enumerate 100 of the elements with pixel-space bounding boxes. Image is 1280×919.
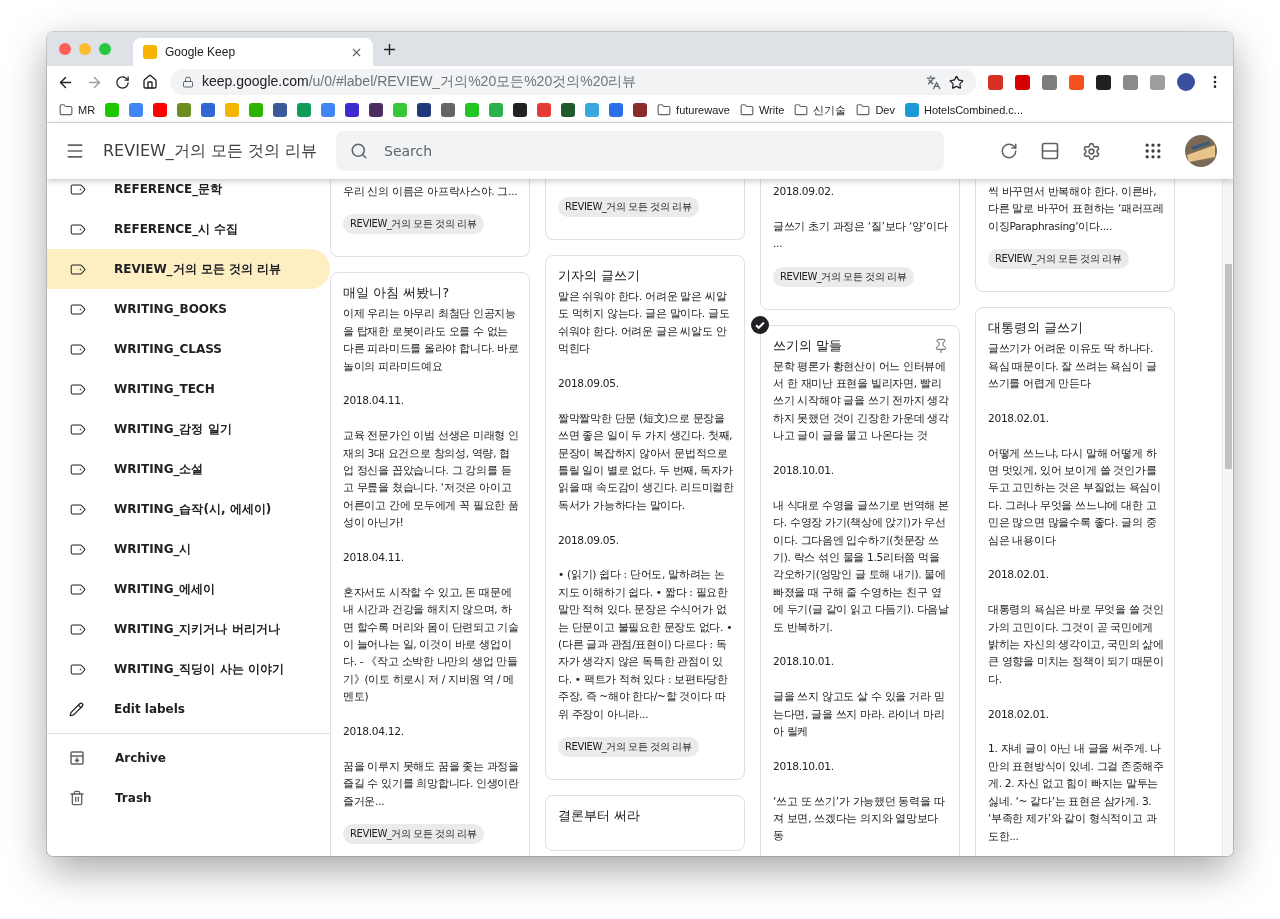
label-chip[interactable]: REVIEW_거의 모든 것의 리뷰 bbox=[343, 824, 484, 845]
note-text: 2018.04.12. bbox=[343, 724, 405, 740]
label-chip[interactable]: REVIEW_거의 모든 것의 리뷰 bbox=[558, 197, 699, 217]
sidebar-item[interactable]: REFERENCE_시 수집 bbox=[47, 209, 330, 249]
note-card[interactable]: 결론부터 써라 bbox=[545, 795, 745, 852]
note-text: 2018.09.02. bbox=[773, 184, 835, 199]
note-text: 우리 신의 이름은 아프락사스야. 그... bbox=[343, 184, 519, 199]
folder-icon bbox=[739, 103, 754, 117]
scrollbar[interactable] bbox=[1222, 179, 1233, 856]
page-title: REVIEW_거의 모든 것의 리뷰 bbox=[103, 140, 318, 162]
note-text: 글쓰기가 어려운 이유도 딱 하나다. 욕심 때문이다. 잘 쓰려는 욕심이 글쓰기를 어렵게 만든다 bbox=[988, 341, 1158, 392]
note-card[interactable]: 우리 신의 이름은 아프락사스야. 그... REVIEW_거의 모든 것의 리뷰 bbox=[330, 179, 530, 258]
bookmark[interactable]: futurewave bbox=[657, 103, 730, 117]
reload-icon[interactable] bbox=[115, 74, 130, 90]
apps-icon[interactable] bbox=[1143, 141, 1163, 161]
note-title: 결론부터 써라 bbox=[558, 807, 641, 826]
bookmark[interactable]: 신기술 bbox=[794, 102, 847, 118]
note-text: 문학 평론가 황현산이 어느 인터뷰에서 한 재미난 표현을 빌리자면, 빨리 쓰기 시작해야 글을 쓰기 전까지 생각하지 못했던 것이 긴장한 가운데 생각나고 글이 글을 물고 나온다는 것 bbox=[773, 358, 949, 444]
translate-icon[interactable] bbox=[926, 74, 941, 90]
note-card[interactable]: REVIEW_거의 모든 것의 리뷰 bbox=[545, 179, 745, 240]
note-text: 어떻게 쓰느냐, 다시 말해 어떻게 하면 멋있게, 있어 보이게 쓸 것인가를 두고 고민하는 것은 부질없는 욕심이다. 그러나 무엇을 쓰느냐에 대한 고민은 많으면 많을수록 좋다. 글의 중심은 내용이다 bbox=[988, 445, 1162, 548]
note-card[interactable] bbox=[330, 272, 530, 856]
folder-icon bbox=[657, 103, 672, 117]
extension-icon[interactable] bbox=[1096, 74, 1111, 90]
note-text: ‘쓰고 또 쓰기’가 가능했던 동력을 따져 보면, 쓰겠다는 의지와 열망보다 동 bbox=[773, 793, 946, 844]
sidebar-item[interactable]: WRITING_감정 일기 bbox=[47, 409, 330, 449]
note-card[interactable]: 2018.09.02. 글쓰기 초기 과정은 ‘질’보다 ‘양’이다 ... REVIEW_거의 모든 것의 리뷰 bbox=[760, 179, 960, 310]
archive-icon bbox=[69, 750, 85, 766]
note-text: 말은 쉬워야 한다. 어려운 말은 씨알도 먹히지 않는다. 글은 말이다. 글도 쉬워야 한다. 어려운 글은 씨알도 안 먹힌다 bbox=[558, 289, 731, 357]
sidebar-item[interactable]: Edit labels bbox=[47, 689, 330, 729]
lock-icon bbox=[182, 76, 194, 88]
note-text: 이제 우리는 아무리 최첨단 인공지능을 탑재한 로봇이라도 오를 수 없는 다른 피라미드를 올라야 합니다. 바로 놀이의 피라미드예요 bbox=[343, 306, 519, 374]
menu-icon[interactable] bbox=[65, 141, 85, 161]
note-text: 1. 자네 글이 아닌 내 글을 써주게. 나만의 표현방식이 있네. 그걸 존중해주게. 2. 자신 없고 힘이 빠지는 말투는 싫네. ‘~ 같다’는 표현은 삼가게. 3. ‘부족한 제가’와 같이 형식적이고 과도한... bbox=[988, 741, 1164, 844]
note-text: 대통령의 욕심은 바로 무엇을 쓸 것인가의 고민이다. 그것이 곧 국민에게 밝히는 자신의 생각이고, 국민의 삶에 큰 영향을 미치는 정책이 되기 때문이다. bbox=[988, 602, 1164, 687]
note-title: 매일 아침 써봤니? bbox=[343, 284, 450, 303]
sidebar-item[interactable]: WRITING_TECH bbox=[47, 369, 330, 409]
note-card[interactable] bbox=[975, 307, 1175, 856]
label-chip[interactable]: REVIEW_거의 모든 것의 리뷰 bbox=[988, 249, 1129, 270]
note-text: 혼자서도 시작할 수 있고, 돈 때문에 내 시간과 건강을 해치지 않으며, 하면 할수록 머리와 몸이 단련되고 기술이 늘어나는 일, 이것이 바로 생업이다. - 《작고 소박한 나만의 생업 만들기》(이토 히로시 저 / 지비원 역 / 메멘토) bbox=[343, 584, 519, 705]
note-text: 2018.10.01. bbox=[773, 654, 835, 670]
avatar[interactable] bbox=[1185, 135, 1217, 167]
label-chip[interactable]: REVIEW_거의 모든 것의 리뷰 bbox=[343, 214, 484, 235]
note-text: 짤막짤막한 단문 (短文)으로 문장을 쓰면 좋은 일이 두 가지 생긴다. 첫째, 문장이 복잡하지 않아서 문법적으로 틀릴 일이 별로 없다. 두 번째, 독자가 읽을 때 속도감이 생긴다. 리드미컬한 독서가 가능하다는 말이다. bbox=[558, 410, 734, 513]
sidebar-item[interactable]: WRITING_에세이 bbox=[47, 569, 330, 609]
settings-icon[interactable] bbox=[1082, 141, 1101, 161]
pencil-icon bbox=[69, 701, 84, 717]
bookmark[interactable]: Dev bbox=[856, 103, 895, 117]
note-text: 2018.09.05. bbox=[558, 376, 620, 391]
bookmark[interactable]: HotelsCombined.c... bbox=[904, 103, 1023, 117]
folder-icon bbox=[794, 103, 809, 117]
folder-icon bbox=[856, 103, 871, 117]
note-text: 교육 전문가인 이범 선생은 미래형 인재의 3대 요건으로 창의성, 역량, 협업 정신을 꼽았습니다. 그 강의를 듣고 무릎을 쳤습니다. ‘저것은 아이고 어른이고 간에 모두에게 꼭 필요한 품성이 아닌가! bbox=[343, 428, 519, 531]
search-input[interactable]: Search bbox=[382, 142, 930, 160]
check-icon[interactable] bbox=[751, 315, 769, 334]
browser-tab[interactable]: Google Keep bbox=[133, 38, 373, 66]
sidebar-item[interactable]: WRITING_지키거나 버리거나 bbox=[47, 609, 330, 649]
pin-icon[interactable] bbox=[933, 337, 949, 354]
bookmark[interactable]: MR bbox=[59, 103, 96, 117]
sidebar-item[interactable]: WRITING_BOOKS bbox=[47, 289, 330, 329]
list-view-icon[interactable] bbox=[1040, 141, 1060, 161]
note-text: 2018.02.01. bbox=[988, 567, 1050, 583]
note-text: 2018.10.01. bbox=[773, 463, 835, 479]
note-card[interactable]: 씩 바꾸면서 반복해야 한다. 이른바, 다른 말로 바꾸어 표현하는 ‘패러프레이징Paraphrasing’이다.... REVIEW_거의 모든 것의 리뷰 bbox=[975, 179, 1175, 293]
trash-icon bbox=[69, 790, 85, 806]
profile-icon[interactable] bbox=[1177, 73, 1195, 91]
label-chip[interactable]: REVIEW_거의 모든 것의 리뷰 bbox=[773, 266, 914, 287]
note-text: 꿈을 이루지 못해도 꿈을 좇는 과정을 즐길 수 있기를 희망합니다. 인생이란 즐거운... bbox=[343, 758, 519, 809]
note-text: 2018.09.05. bbox=[558, 532, 620, 548]
label-chip[interactable]: REVIEW_거의 모든 것의 리뷰 bbox=[558, 737, 699, 758]
note-text: 씩 바꾸면서 반복해야 한다. 이른바, 다른 말로 바꾸어 표현하는 ‘패러프레이징Paraphrasing’이다.... bbox=[988, 184, 1164, 234]
home-icon[interactable] bbox=[142, 74, 158, 90]
sidebar-item[interactable]: WRITING_습작(시, 에세이) bbox=[47, 489, 330, 529]
sidebar-item[interactable]: REFERENCE_문학 bbox=[47, 179, 330, 209]
note-text: 2018.02.01. bbox=[988, 706, 1050, 722]
refresh-icon[interactable] bbox=[1000, 142, 1018, 160]
sidebar-item[interactable]: REVIEW_거의 모든 것의 리뷰 bbox=[47, 249, 330, 289]
sidebar-item[interactable]: WRITING_직딩이 사는 이야기 bbox=[47, 649, 330, 689]
sidebar-item[interactable]: Trash bbox=[47, 778, 330, 818]
sidebar-item[interactable]: WRITING_시 bbox=[47, 529, 330, 569]
address-bar[interactable]: keep.google.com/u/0/#label/REVIEW_거의%20모든%20것의%20리뷰 bbox=[170, 69, 976, 95]
note-text: 글쓰기 초기 과정은 ‘질’보다 ‘양’이다 ... bbox=[773, 218, 949, 252]
note-card[interactable] bbox=[545, 255, 745, 781]
note-text: 2018.04.11. bbox=[343, 393, 405, 409]
sidebar-item[interactable]: WRITING_CLASS bbox=[47, 329, 330, 369]
note-title: 쓰기의 말들 bbox=[773, 336, 843, 355]
note-card[interactable] bbox=[760, 324, 960, 856]
folder-icon bbox=[59, 103, 73, 117]
note-text: • (읽기) 쉽다 : 단어도, 말하려는 논지도 이해하기 쉽다. • 짧다 : 필요한 말만 적혀 있다. 문장은 수식어가 없는 단문이고 불필요한 문장도 없다. • (다른 글과 관점/표현이) 다르다 : 독자가 생각지 않은 독특한 관점이 있다. • 팩트가 적혀 있다 : 보편타당한 주장, 즉 ~해야 한다/~할 것이다 따위 주장이 아니라... bbox=[558, 567, 734, 722]
note-text: 글을 쓰지 않고도 살 수 있을 거라 믿는다면, 글을 쓰지 마라. 라이너 마리아 릴케 bbox=[773, 689, 946, 740]
sidebar-item[interactable]: Archive bbox=[47, 738, 330, 778]
note-text: 내 식대로 수영을 글쓰기로 번역해 본다. 수영장 가기(책상에 앉기)가 우선이다. 그다음엔 입수하기(첫문장 쓰기). 락스 섞인 물을 1.5리터쯤 먹을 각오하기(엉망인 글 토해 내기). 물에 빠졌을 때 구해 줄 수영하는 친구 옆에 두기(글 같이 읽고 다듬기). 다음날도 반복하기. bbox=[773, 497, 949, 635]
star-icon[interactable] bbox=[949, 74, 964, 90]
search-icon bbox=[350, 142, 368, 160]
note-title: 대통령의 글쓰기 bbox=[988, 319, 1084, 338]
search-field[interactable]: Search bbox=[336, 131, 944, 171]
note-title: 기자의 글쓰기 bbox=[558, 267, 641, 285]
bookmark[interactable]: Write bbox=[739, 103, 785, 117]
sidebar-item[interactable]: WRITING_소설 bbox=[47, 449, 330, 489]
note-text: 2018.04.11. bbox=[343, 550, 405, 566]
